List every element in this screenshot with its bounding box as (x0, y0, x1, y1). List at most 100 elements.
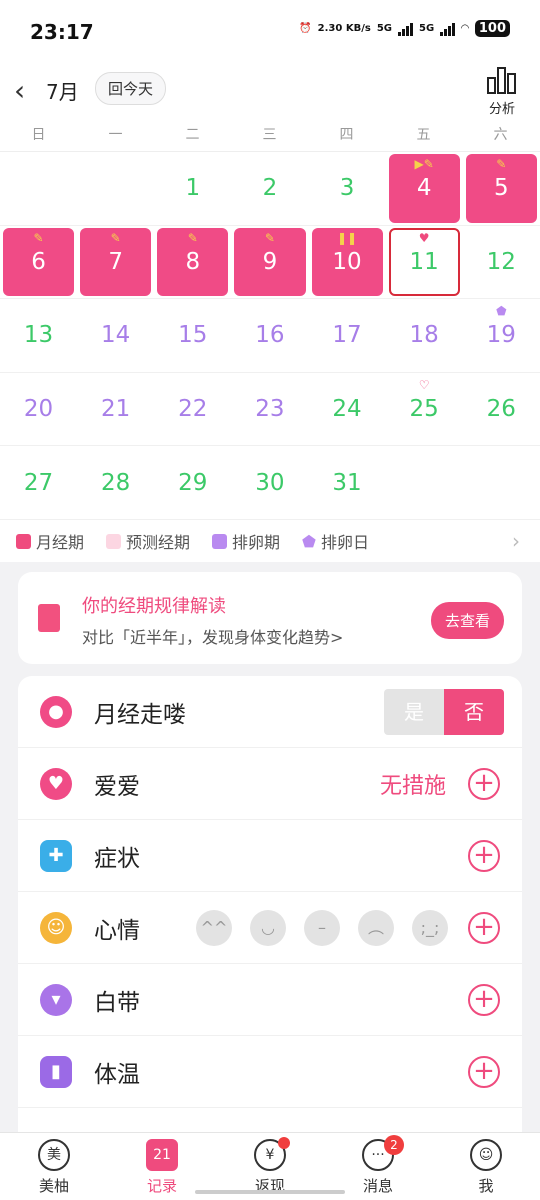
legend-period: 月经期 (16, 529, 84, 553)
calendar-day-cell[interactable]: 12 (463, 226, 540, 299)
calendar-day-cell[interactable]: 13 (0, 299, 77, 372)
calendar-day-cell[interactable]: 17 (309, 299, 386, 372)
calendar-day-cell[interactable]: ⬟ 19 (463, 299, 540, 372)
calendar-day-cell[interactable]: 29 (154, 446, 231, 519)
calendar-empty-cell (463, 446, 540, 519)
insight-card[interactable]: 你的经期规律解读 对比「近半年」，发现身体变化趋势> 去查看 (18, 572, 522, 664)
month-title: 7月 (46, 80, 79, 104)
legend-label: 月经期 (36, 533, 85, 552)
calendar-day-cell[interactable]: ▶✎ 4 (386, 152, 463, 225)
net-speed: 2.30 KB/s (317, 23, 371, 34)
day-number: 19 (486, 322, 516, 349)
calendar-day-cell[interactable]: 27 (0, 446, 77, 519)
mood-neutral-icon[interactable]: – (304, 909, 340, 946)
calendar-day-cell[interactable]: ♥ 11 (386, 226, 463, 299)
chevron-right-icon[interactable]: › (512, 529, 520, 553)
analysis-button[interactable]: 分析 (482, 66, 522, 117)
period-toggle[interactable]: 是 否 (384, 688, 504, 735)
mood-cry-icon[interactable]: ;_; (412, 909, 448, 946)
signal-5g-label: 5G (376, 23, 392, 34)
calendar-legend[interactable]: 月经期 预测经期 排卵期 ⬟ 排卵日 › (0, 520, 540, 562)
record-label: 白带 (94, 989, 140, 1016)
calendar-day-cell[interactable]: 26 (463, 373, 540, 446)
calendar-day-cell[interactable]: ❚❚ 10 (309, 226, 386, 299)
view-button[interactable]: 去查看 (430, 602, 504, 639)
calendar-day-cell[interactable]: 31 (309, 446, 386, 519)
mood-laugh-icon[interactable]: ^^ (196, 909, 232, 946)
toggle-no[interactable]: 否 (444, 688, 504, 735)
today-button[interactable]: 回今天 (95, 72, 167, 105)
record-temperature[interactable]: ▮ 体温 + (18, 1036, 522, 1108)
record-symptom[interactable]: ✚ 症状 + (18, 820, 522, 892)
mood-sad-icon[interactable]: ︵ (358, 909, 394, 946)
day-marker-icon: ✎ (496, 157, 507, 171)
legend-swatch (212, 533, 228, 549)
calendar-day-cell[interactable]: ♡ 25 (386, 373, 463, 446)
day-number: 10 (332, 248, 362, 275)
clipboard-icon (38, 604, 60, 632)
insight-title: 你的经期规律解读 (82, 596, 226, 617)
calendar-day-cell[interactable]: ✎ 7 (77, 226, 154, 299)
calendar-day-cell[interactable]: 18 (386, 299, 463, 372)
calendar-day-cell[interactable]: ✎ 9 (231, 226, 308, 299)
day-marker-icon: ✎ (110, 230, 121, 245)
day-marker-icon: ♡ (418, 377, 430, 392)
toggle-yes[interactable]: 是 (384, 688, 444, 735)
weekday-label: 三 (262, 127, 277, 143)
calendar-day-cell[interactable]: 3 (309, 152, 386, 225)
add-temperature-button[interactable]: + (468, 1055, 500, 1088)
calendar-week-row: 13 14 15 16 17 18 ⬟ 19 (0, 299, 540, 373)
calendar-day-cell[interactable]: 30 (231, 446, 308, 519)
bottom-tab-bar: 美 美柚 21 记录 ¥ 返现 ··· 2 消息 ☺ 我 (0, 1132, 540, 1200)
back-icon[interactable]: ‹ (14, 74, 25, 107)
calendar-day-cell[interactable]: 14 (77, 299, 154, 372)
calendar-day-cell[interactable]: 28 (77, 446, 154, 519)
day-number: 5 (493, 175, 509, 202)
calendar-day-cell[interactable]: ✎ 6 (0, 226, 77, 299)
calendar-day-cell[interactable]: 23 (231, 373, 308, 446)
heart-icon: ♥ (40, 767, 72, 800)
calendar-day-cell[interactable]: 22 (154, 373, 231, 446)
calendar-day-cell[interactable]: ✎ 8 (154, 226, 231, 299)
calendar-week-row: 1 2 3 ▶✎ 4 ✎ 5 (0, 152, 540, 226)
profile-face-icon: ☺ (470, 1139, 502, 1171)
day-number: 30 (255, 469, 285, 496)
day-number: 28 (101, 469, 131, 496)
record-love[interactable]: ♥ 爱爱 无措施 + (18, 748, 522, 820)
add-mood-button[interactable]: + (468, 911, 500, 944)
calendar-day-cell[interactable]: 16 (231, 299, 308, 372)
day-number: 24 (332, 396, 362, 423)
calendar-day-cell[interactable]: 21 (77, 373, 154, 446)
calendar-day-cell[interactable]: 1 (154, 152, 231, 225)
record-label: 爱爱 (94, 773, 140, 800)
add-symptom-button[interactable]: + (468, 839, 500, 872)
weekday-label: 一 (108, 127, 123, 143)
insight-subtitle[interactable]: 对比「近半年」，发现身体变化趋势> (82, 624, 343, 648)
home-indicator (195, 1190, 345, 1194)
day-number: 8 (185, 248, 201, 275)
calendar-day-cell[interactable]: 2 (231, 152, 308, 225)
signal-icon-2 (440, 22, 456, 36)
day-number: 27 (23, 469, 54, 496)
pentagon-icon: ⬟ (302, 531, 316, 551)
add-discharge-button[interactable]: + (468, 983, 500, 1016)
record-mood[interactable]: ☺ 心情 ^^ ◡ – ︵ ;_; + (18, 892, 522, 964)
calendar-day-cell[interactable]: 24 (309, 373, 386, 446)
record-label: 体温 (94, 1061, 140, 1088)
calendar-day-cell[interactable]: 15 (154, 299, 231, 372)
day-number: 31 (332, 469, 362, 496)
calendar-empty-cell (77, 152, 154, 225)
calendar-day-cell[interactable]: ✎ 5 (463, 152, 540, 225)
tab-me[interactable]: ☺ 我 (432, 1133, 540, 1200)
mood-happy-icon[interactable]: ◡ (250, 909, 286, 946)
record-discharge[interactable]: ▾ 白带 + (18, 964, 522, 1036)
calendar-day-cell[interactable]: 20 (0, 373, 77, 446)
signal-icon (397, 22, 413, 36)
tab-meiyou[interactable]: 美 美柚 (0, 1133, 108, 1200)
add-love-button[interactable]: + (468, 767, 500, 800)
calendar-week-row: ✎ 6 ✎ 7 ✎ 8 ✎ 9 ❚❚ 10 ♥ 11 12 (0, 226, 540, 300)
calendar-empty-cell (386, 446, 463, 519)
day-number: 21 (101, 396, 131, 423)
day-number: 1 (185, 175, 201, 202)
legend-swatch (16, 533, 31, 549)
